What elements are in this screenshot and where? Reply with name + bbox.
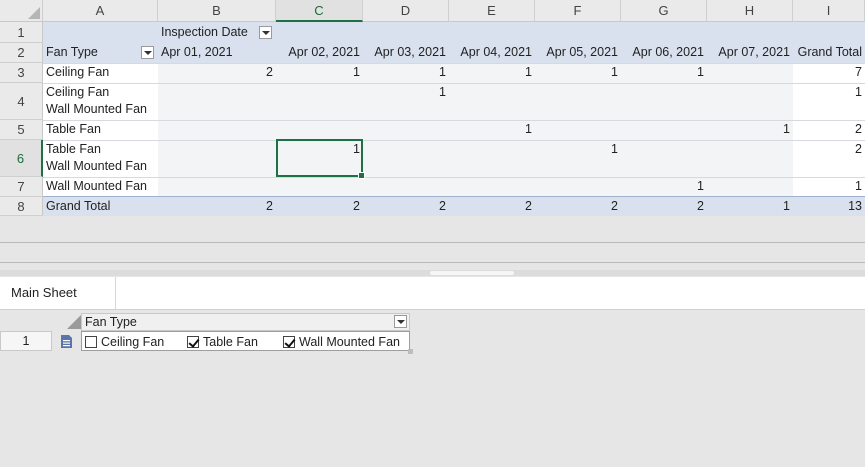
value-cell[interactable]: 1 — [621, 178, 707, 195]
grand-total-row-label: Grand Total — [46, 199, 111, 213]
grand-total-cell[interactable]: 2 — [158, 198, 276, 215]
slicer-row-number: 1 — [0, 331, 52, 351]
spreadsheet-grid[interactable]: A B C D E F G H I 1 2 3 4 5 6 7 8 Inspec… — [0, 0, 865, 216]
splitter-grip[interactable] — [430, 271, 514, 275]
row-total-cell[interactable]: 7 — [793, 64, 865, 81]
value-cell[interactable]: 1 — [621, 64, 707, 81]
value-cell[interactable]: 1 — [363, 84, 449, 101]
slicer-option-table-fan[interactable]: Table Fan — [187, 334, 258, 350]
grand-total-cell[interactable]: 1 — [707, 198, 793, 215]
slicer-option-label: Ceiling Fan — [101, 334, 165, 349]
date-header-apr-05: Apr 05, 2021 — [546, 45, 618, 59]
row-header-1[interactable]: 1 — [0, 22, 43, 43]
select-all-triangle-icon — [28, 7, 40, 19]
row-header-7[interactable]: 7 — [0, 177, 43, 197]
fan-type-slicer: Ceiling Fan Table Fan Wall Mounted Fan — [81, 331, 410, 351]
value-cell[interactable]: 1 — [449, 64, 535, 81]
value-cell[interactable]: 1 — [449, 121, 535, 138]
grand-total-cell[interactable]: 2 — [449, 198, 535, 215]
fill-handle[interactable] — [358, 172, 365, 179]
checkbox-table-fan[interactable] — [187, 336, 199, 348]
column-header-d[interactable]: D — [363, 0, 449, 22]
column-field-filter-dropdown-icon[interactable] — [259, 26, 272, 39]
slicer-header: Fan Type — [81, 313, 410, 331]
column-header-h[interactable]: H — [707, 0, 793, 22]
row-label-ceiling-fan-wall-line1: Ceiling Fan — [46, 85, 110, 99]
column-header-i[interactable]: I — [793, 0, 865, 22]
row-total-cell[interactable]: 2 — [793, 121, 865, 138]
row-header-8[interactable]: 8 — [0, 197, 43, 216]
pane-splitter[interactable] — [0, 270, 865, 276]
document-icon — [61, 335, 72, 348]
row-label-ceiling-fan-wall-line2: Wall Mounted Fan — [46, 102, 147, 116]
row-label-table-fan-wall-line1: Table Fan — [46, 142, 101, 156]
value-cell[interactable]: 1 — [535, 141, 621, 158]
row-label-table-fan: Table Fan — [46, 122, 101, 136]
column-header-f[interactable]: F — [535, 0, 621, 22]
slicer-dropdown-icon[interactable] — [394, 315, 407, 328]
grand-total-header: Grand Total — [797, 45, 862, 59]
date-header-apr-01: Apr 01, 2021 — [161, 45, 233, 59]
date-header-apr-04: Apr 04, 2021 — [460, 45, 532, 59]
date-header-apr-06: Apr 06, 2021 — [632, 45, 704, 59]
row-header-3[interactable]: 3 — [0, 63, 43, 83]
row-label-ceiling-fan: Ceiling Fan — [46, 65, 110, 79]
grand-total-cell[interactable]: 2 — [363, 198, 449, 215]
row-divider — [43, 177, 865, 178]
date-header-apr-07: Apr 07, 2021 — [718, 45, 790, 59]
tab-main-sheet[interactable]: Main Sheet — [0, 277, 116, 309]
row-total-cell[interactable]: 1 — [793, 84, 865, 101]
slicer-resize-handle[interactable] — [408, 349, 413, 354]
column-header-g[interactable]: G — [621, 0, 707, 22]
grand-total-cell[interactable]: 2 — [535, 198, 621, 215]
pane-separator — [0, 242, 865, 243]
slicer-option-label: Wall Mounted Fan — [299, 334, 400, 349]
column-header-a[interactable]: A — [43, 0, 158, 22]
value-cell[interactable]: 1 — [276, 64, 363, 81]
pane-separator — [0, 262, 865, 263]
checkbox-wall-mounted-fan[interactable] — [283, 336, 295, 348]
grand-total-cell[interactable]: 2 — [276, 198, 363, 215]
corner-triangle-icon — [67, 315, 81, 329]
value-cell[interactable]: 1 — [535, 64, 621, 81]
sheet-tab-bar: Main Sheet — [0, 277, 865, 310]
row-field-label: Fan Type — [46, 45, 98, 59]
row-divider — [43, 83, 865, 84]
active-cell-selection[interactable] — [276, 139, 365, 179]
slicer-option-ceiling-fan[interactable]: Ceiling Fan — [85, 334, 164, 350]
row-label-table-fan-wall-line2: Wall Mounted Fan — [46, 159, 147, 173]
slicer-corner — [65, 313, 81, 329]
grand-total-cell[interactable]: 2 — [621, 198, 707, 215]
column-field-label: Inspection Date — [161, 25, 248, 39]
row-header-2[interactable]: 2 — [0, 43, 43, 63]
row-header-5[interactable]: 5 — [0, 120, 43, 140]
checkbox-ceiling-fan[interactable] — [85, 336, 97, 348]
column-header-c[interactable]: C — [276, 0, 363, 22]
slicer-option-label: Table Fan — [203, 334, 258, 349]
row-total-cell[interactable]: 2 — [793, 141, 865, 158]
row-field-filter-dropdown-icon[interactable] — [141, 46, 154, 59]
total-divider — [43, 196, 865, 197]
date-header-apr-03: Apr 03, 2021 — [374, 45, 446, 59]
slicer-option-wall-mounted-fan[interactable]: Wall Mounted Fan — [283, 334, 400, 350]
column-header-b[interactable]: B — [158, 0, 276, 22]
value-cell[interactable]: 1 — [363, 64, 449, 81]
slicer-title: Fan Type — [85, 315, 137, 329]
value-cell[interactable]: 1 — [707, 121, 793, 138]
row-total-cell[interactable]: 1 — [793, 178, 865, 195]
row-header-6[interactable]: 6 — [0, 140, 43, 177]
grand-total-overall-cell[interactable]: 13 — [793, 198, 865, 215]
column-header-e[interactable]: E — [449, 0, 535, 22]
row-divider — [43, 140, 865, 141]
row-header-4[interactable]: 4 — [0, 83, 43, 120]
select-all-corner[interactable] — [0, 0, 43, 22]
value-cell[interactable]: 2 — [158, 64, 276, 81]
date-header-apr-02: Apr 02, 2021 — [288, 45, 360, 59]
row-label-wall-mounted-fan: Wall Mounted Fan — [46, 179, 147, 193]
